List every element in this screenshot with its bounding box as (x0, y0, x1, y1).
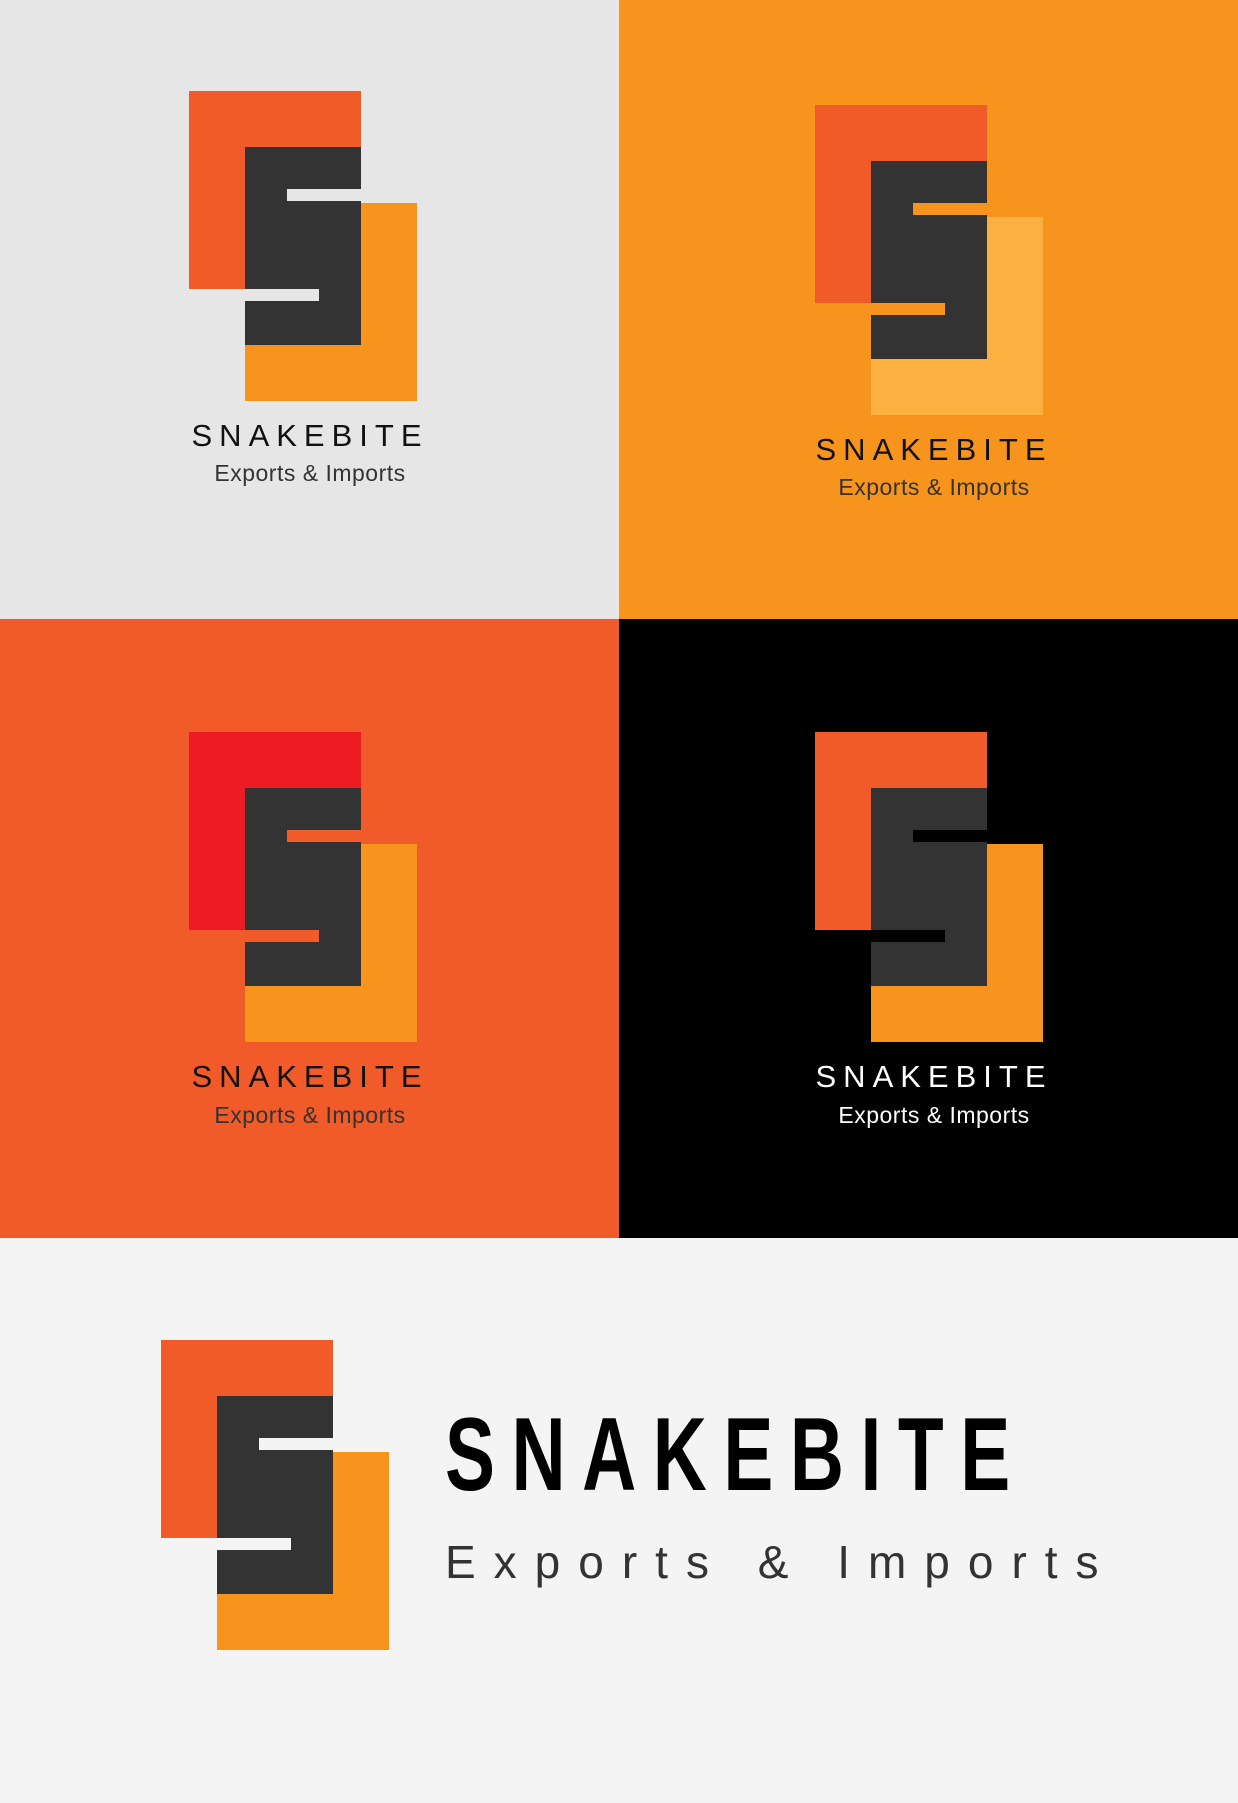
brand-name: SNAKEBITE (815, 432, 1053, 467)
logo-variant-orange: SNAKEBITE Exports & Imports (619, 0, 1238, 619)
brand-tagline: Exports & Imports (838, 474, 1030, 500)
brand-tagline: Exports & Imports (445, 1536, 1117, 1588)
logo-variant-orange-red: SNAKEBITE Exports & Imports (0, 619, 619, 1238)
snakebite-logo-mark (189, 91, 417, 401)
brand-tagline: Exports & Imports (838, 1102, 1030, 1128)
brand-tagline: Exports & Imports (214, 1102, 406, 1128)
snakebite-logo-mark (815, 732, 1043, 1042)
snakebite-logo-mark (815, 105, 1043, 415)
brand-name: SNAKEBITE (191, 1059, 429, 1094)
brand-name: SNAKEBITE (191, 418, 429, 453)
brand-name: SNAKEBITE (815, 1059, 1053, 1094)
logo-variant-black: SNAKEBITE Exports & Imports (619, 619, 1238, 1238)
brand-tagline: Exports & Imports (214, 460, 406, 486)
snakebite-logo-mark (161, 1340, 389, 1650)
snakebite-logo-mark (189, 732, 417, 1042)
logo-horizontal-lockup: SNAKEBITE Exports & Imports (0, 1238, 1238, 1803)
logo-variant-light-gray: SNAKEBITE Exports & Imports (0, 0, 619, 619)
brand-name: SNAKEBITE (445, 1397, 1027, 1513)
